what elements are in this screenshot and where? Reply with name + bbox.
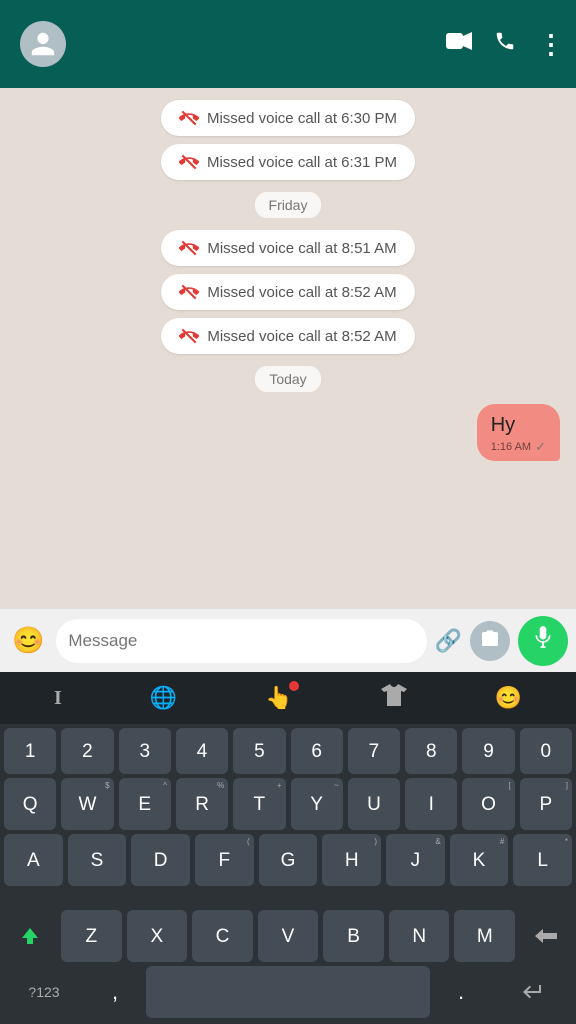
missed-call-text: Missed voice call at 6:30 PM — [207, 110, 397, 127]
cursor-tool[interactable]: I — [54, 687, 62, 710]
key-Q[interactable]: Q — [4, 778, 56, 830]
key-L[interactable]: *L — [513, 834, 572, 886]
number-row: 1234567890 — [4, 728, 572, 774]
key-Y[interactable]: ~Y — [291, 778, 343, 830]
key-W[interactable]: $W — [61, 778, 113, 830]
key-Z[interactable]: Z — [61, 910, 122, 962]
sent-message: Hy 1:16 AM ✓ — [16, 404, 560, 461]
key-U[interactable]: U — [348, 778, 400, 830]
person-icon — [29, 30, 57, 58]
shift-key[interactable] — [4, 910, 56, 962]
missed-call-text: Missed voice call at 8:51 AM — [207, 240, 396, 257]
message-input-bar: 😊 🔗 — [0, 608, 576, 672]
camera-icon — [480, 629, 500, 652]
key-O[interactable]: [O — [462, 778, 514, 830]
message-text: Hy — [491, 414, 546, 437]
qwerty-row: Q$W^E%R+T~YUI[O]P — [4, 778, 572, 830]
key-G[interactable]: G — [259, 834, 318, 886]
chat-messages: Missed voice call at 6:30 PM Missed voic… — [0, 88, 576, 608]
key-H[interactable]: )H — [322, 834, 381, 886]
camera-button[interactable] — [470, 621, 510, 661]
key-8[interactable]: 8 — [405, 728, 457, 774]
keyboard-toolbar: I 🌐 👆 😊 — [0, 672, 576, 724]
bottom-keyboard-row: ZXCVBNM — [0, 910, 576, 966]
key-V[interactable]: V — [258, 910, 319, 962]
globe-tool[interactable]: 🌐 — [150, 685, 177, 711]
key-A[interactable]: A — [4, 834, 63, 886]
voice-call-button[interactable] — [494, 30, 516, 58]
mic-icon — [533, 625, 553, 656]
key-1[interactable]: 1 — [4, 728, 56, 774]
mic-button[interactable] — [518, 616, 568, 666]
tshirt-tool[interactable] — [381, 684, 407, 712]
chat-header: ⋮ — [0, 0, 576, 88]
key-2[interactable]: 2 — [61, 728, 113, 774]
missed-call-text: Missed voice call at 8:52 AM — [207, 284, 396, 301]
key-7[interactable]: 7 — [348, 728, 400, 774]
key-F[interactable]: (F — [195, 834, 254, 886]
more-options-button[interactable]: ⋮ — [538, 29, 564, 60]
attach-button[interactable]: 🔗 — [435, 628, 462, 654]
special-chars-key[interactable]: ?123 — [4, 966, 84, 1018]
video-call-button[interactable] — [446, 31, 472, 57]
comma-key[interactable]: , — [89, 966, 141, 1018]
space-key[interactable] — [146, 966, 430, 1018]
emoji-tool[interactable]: 😊 — [495, 685, 522, 711]
missed-call-text: Missed voice call at 6:31 PM — [207, 154, 397, 171]
key-4[interactable]: 4 — [176, 728, 228, 774]
on-screen-keyboard: I 🌐 👆 😊 1234567890 Q$W^E%R+T~YUI[O]P ASD… — [0, 672, 576, 1024]
key-J[interactable]: &J — [386, 834, 445, 886]
missed-call-message: Missed voice call at 8:52 AM — [161, 274, 414, 310]
asdf-row: ASD(FG)H&J#K*L — [4, 834, 572, 886]
gesture-tool[interactable]: 👆 — [265, 685, 292, 711]
missed-call-message: Missed voice call at 6:30 PM — [161, 100, 415, 136]
key-T[interactable]: +T — [233, 778, 285, 830]
avatar[interactable] — [20, 21, 66, 67]
key-S[interactable]: S — [68, 834, 127, 886]
message-input[interactable] — [56, 619, 426, 663]
key-5[interactable]: 5 — [233, 728, 285, 774]
message-status: ✓ — [535, 439, 546, 455]
key-N[interactable]: N — [389, 910, 450, 962]
key-X[interactable]: X — [127, 910, 188, 962]
key-3[interactable]: 3 — [119, 728, 171, 774]
key-E[interactable]: ^E — [119, 778, 171, 830]
key-M[interactable]: M — [454, 910, 515, 962]
day-separator: Friday — [255, 192, 322, 218]
message-time: 1:16 AM — [491, 441, 531, 453]
missed-call-message: Missed voice call at 6:31 PM — [161, 144, 415, 180]
missed-call-text: Missed voice call at 8:52 AM — [207, 328, 396, 345]
key-6[interactable]: 6 — [291, 728, 343, 774]
keyboard-key-rows: 1234567890 Q$W^E%R+T~YUI[O]P ASD(FG)H&J#… — [0, 724, 576, 910]
enter-key[interactable] — [492, 966, 572, 1018]
key-K[interactable]: #K — [450, 834, 509, 886]
key-9[interactable]: 9 — [462, 728, 514, 774]
key-C[interactable]: C — [192, 910, 253, 962]
key-0[interactable]: 0 — [520, 728, 572, 774]
period-key[interactable]: . — [435, 966, 487, 1018]
key-B[interactable]: B — [323, 910, 384, 962]
header-action-icons: ⋮ — [446, 29, 564, 60]
missed-call-message: Missed voice call at 8:52 AM — [161, 318, 414, 354]
space-row: ?123 , . — [0, 966, 576, 1024]
key-D[interactable]: D — [131, 834, 190, 886]
missed-call-message: Missed voice call at 8:51 AM — [161, 230, 414, 266]
key-R[interactable]: %R — [176, 778, 228, 830]
key-P[interactable]: ]P — [520, 778, 572, 830]
day-separator: Today — [255, 366, 320, 392]
emoji-button[interactable]: 😊 — [8, 621, 48, 660]
backspace-key[interactable] — [520, 910, 572, 962]
key-I[interactable]: I — [405, 778, 457, 830]
